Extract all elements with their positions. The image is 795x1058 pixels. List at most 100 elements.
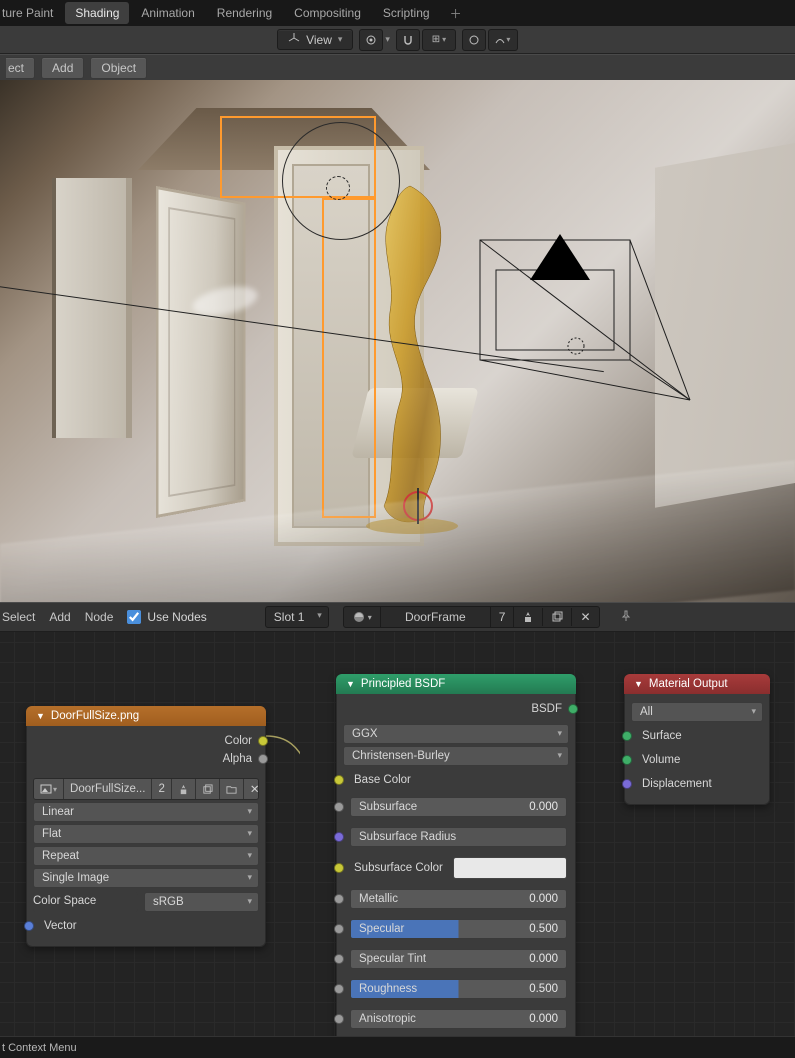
- tab-texture-paint[interactable]: ture Paint: [2, 2, 63, 24]
- new-material-button[interactable]: [543, 608, 572, 626]
- node-header[interactable]: ▼ Principled BSDF: [336, 674, 576, 694]
- use-nodes-input[interactable]: [127, 610, 141, 624]
- socket-roughness-in[interactable]: [334, 984, 344, 994]
- socket-label-base-color: Base Color: [350, 771, 567, 789]
- unlink-material-button[interactable]: ✕: [572, 607, 598, 627]
- specular-input[interactable]: Specular0.500: [350, 919, 567, 939]
- tab-animation[interactable]: Animation: [131, 2, 204, 24]
- image-datablock: ▾ DoorFullSize... 2 ✕: [33, 778, 259, 800]
- socket-label-subsurface-color: Subsurface Color: [350, 859, 447, 877]
- tab-shading[interactable]: Shading: [65, 2, 129, 24]
- projection-select[interactable]: Flat: [33, 824, 259, 844]
- anisotropic-input[interactable]: Anisotropic0.000: [350, 1009, 567, 1029]
- image-users[interactable]: 2: [152, 779, 171, 799]
- node-title: Material Output: [649, 678, 728, 690]
- socket-specular-tint-in[interactable]: [334, 954, 344, 964]
- socket-displacement-in[interactable]: [622, 779, 632, 789]
- node-header[interactable]: ▼ DoorFullSize.png: [26, 706, 266, 726]
- socket-label-alpha: Alpha: [223, 753, 252, 765]
- proportional-falloff-dropdown[interactable]: ▾: [488, 29, 518, 51]
- tab-rendering[interactable]: Rendering: [207, 2, 282, 24]
- subsurface-color-swatch[interactable]: [453, 857, 567, 879]
- socket-label-color: Color: [225, 735, 252, 747]
- viewport-toolbar: View ▾ ▾ ⊞▾ ▾: [0, 26, 795, 54]
- menu-object[interactable]: Object: [90, 57, 147, 79]
- slot-select[interactable]: Slot 1: [265, 606, 329, 628]
- collapse-icon[interactable]: ▼: [36, 711, 45, 721]
- socket-subsurface-in[interactable]: [334, 802, 344, 812]
- socket-base-color-in[interactable]: [334, 775, 344, 785]
- subsurface-input[interactable]: Subsurface0.000: [350, 797, 567, 817]
- menu-add[interactable]: Add: [49, 610, 70, 624]
- tab-scripting[interactable]: Scripting: [373, 2, 440, 24]
- view-label: View: [306, 33, 332, 47]
- socket-volume-in[interactable]: [622, 755, 632, 765]
- use-nodes-checkbox[interactable]: Use Nodes: [127, 610, 206, 624]
- snap-toggle[interactable]: [396, 29, 420, 51]
- socket-label-vector: Vector: [40, 917, 257, 935]
- source-select[interactable]: Single Image: [33, 868, 259, 888]
- unlink-image-button[interactable]: ✕: [244, 779, 259, 799]
- empty-sphere-icon: [326, 176, 350, 200]
- colorspace-select[interactable]: sRGB: [144, 892, 259, 912]
- new-image-button[interactable]: [196, 779, 220, 799]
- socket-subsurface-color-in[interactable]: [334, 863, 344, 873]
- socket-alpha-out[interactable]: [258, 754, 268, 764]
- image-name-input[interactable]: DoorFullSize...: [64, 779, 152, 799]
- colorspace-label: Color Space: [33, 892, 138, 912]
- transform-orientation-dropdown[interactable]: View ▾: [277, 29, 353, 50]
- roughness-input[interactable]: Roughness0.500: [350, 979, 567, 999]
- viewport-menu: ect Add Object: [0, 54, 795, 80]
- target-select[interactable]: All: [631, 702, 763, 722]
- node-editor-canvas[interactable]: ▼ DoorFullSize.png Color Alpha ▾ DoorFul…: [0, 632, 795, 1036]
- socket-label-surface: Surface: [638, 727, 761, 745]
- menu-select[interactable]: Select: [2, 610, 35, 624]
- socket-anisotropic-in[interactable]: [334, 1014, 344, 1024]
- specular-tint-input[interactable]: Specular Tint0.000: [350, 949, 567, 969]
- tab-compositing[interactable]: Compositing: [284, 2, 371, 24]
- socket-label-displacement: Displacement: [638, 775, 761, 793]
- pivot-dropdown[interactable]: [359, 29, 383, 51]
- snap-mode-dropdown[interactable]: ⊞▾: [422, 29, 456, 51]
- pin-icon[interactable]: [614, 610, 638, 625]
- workspace-tabs: ture Paint Shading Animation Rendering C…: [0, 0, 795, 26]
- tab-add[interactable]: ＋: [442, 3, 470, 24]
- socket-bsdf-out[interactable]: [568, 704, 578, 714]
- subsurface-radius-input[interactable]: Subsurface Radius: [350, 827, 567, 847]
- 3d-viewport[interactable]: [0, 80, 795, 602]
- socket-subsurface-radius-in[interactable]: [334, 832, 344, 842]
- material-users[interactable]: 7: [491, 607, 515, 627]
- socket-label-volume: Volume: [638, 751, 761, 769]
- collapse-icon[interactable]: ▼: [634, 679, 643, 689]
- interpolation-select[interactable]: Linear: [33, 802, 259, 822]
- material-datablock: ▾ DoorFrame 7 ✕: [343, 606, 600, 628]
- image-browse-button[interactable]: ▾: [34, 779, 64, 799]
- socket-metallic-in[interactable]: [334, 894, 344, 904]
- node-image-texture[interactable]: ▼ DoorFullSize.png Color Alpha ▾ DoorFul…: [26, 706, 266, 947]
- node-header[interactable]: ▼ Material Output: [624, 674, 770, 694]
- material-name-input[interactable]: DoorFrame: [381, 607, 491, 627]
- menu-select[interactable]: ect: [6, 57, 35, 79]
- socket-vector-in[interactable]: [24, 921, 34, 931]
- open-image-button[interactable]: [220, 779, 244, 799]
- menu-node[interactable]: Node: [85, 610, 114, 624]
- extension-select[interactable]: Repeat: [33, 846, 259, 866]
- chevron-down-icon: ▾: [385, 34, 390, 45]
- node-principled-bsdf[interactable]: ▼ Principled BSDF BSDF GGX Christensen-B…: [336, 674, 576, 1036]
- proportional-edit-toggle[interactable]: [462, 29, 486, 51]
- metallic-input[interactable]: Metallic0.000: [350, 889, 567, 909]
- distribution-select[interactable]: GGX: [343, 724, 569, 744]
- scene-room: [52, 108, 440, 518]
- fake-user-button[interactable]: [172, 779, 196, 799]
- socket-specular-in[interactable]: [334, 924, 344, 934]
- subsurface-method-select[interactable]: Christensen-Burley: [343, 746, 569, 766]
- collapse-icon[interactable]: ▼: [346, 679, 355, 689]
- socket-surface-in[interactable]: [622, 731, 632, 741]
- use-nodes-label: Use Nodes: [147, 610, 206, 624]
- node-material-output[interactable]: ▼ Material Output All Surface Volume Dis…: [624, 674, 770, 805]
- node-editor-header: Select Add Node Use Nodes Slot 1 ▾ DoorF…: [0, 602, 795, 632]
- socket-color-out[interactable]: [258, 736, 268, 746]
- menu-add[interactable]: Add: [41, 57, 84, 79]
- fake-user-button[interactable]: [514, 608, 543, 626]
- material-browse-button[interactable]: ▾: [344, 607, 381, 627]
